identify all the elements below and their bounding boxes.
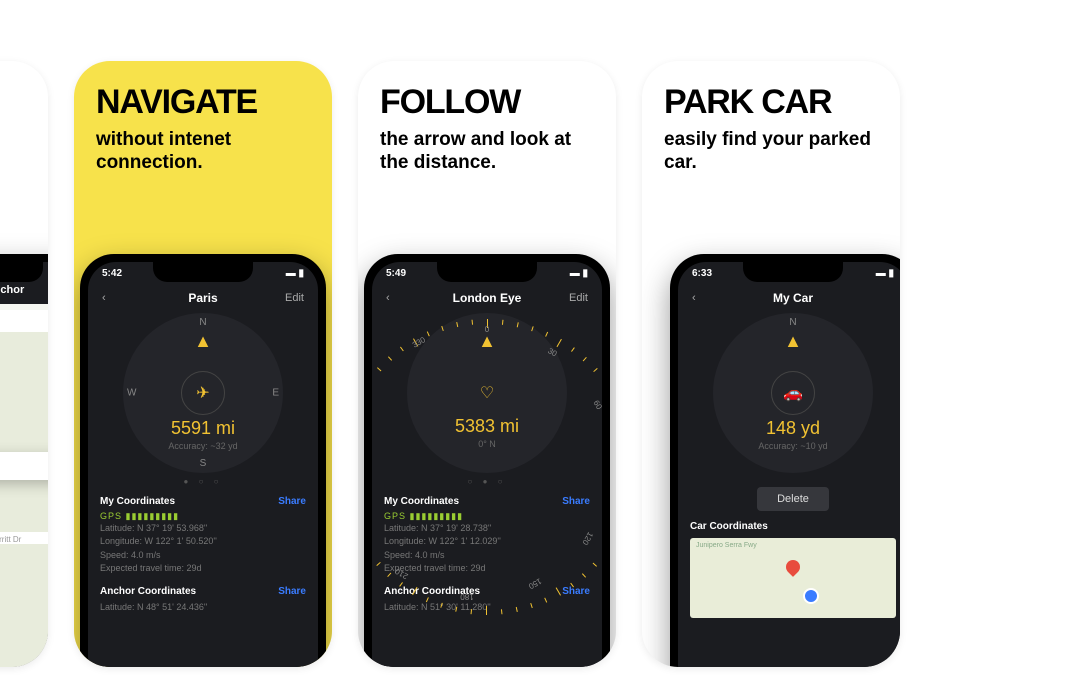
- phone-mockup: 5:42 ▬ ▮ ‹ Paris Edit N S E W ▲ ✈ 5591 m…: [80, 254, 326, 667]
- car-icon: 🚗: [771, 371, 815, 415]
- longitude: Longitude: W 122° 1' 50.520'': [100, 535, 306, 549]
- status-time: 5:42: [102, 268, 122, 279]
- status-time: 5:49: [386, 268, 406, 279]
- share-button[interactable]: Share: [562, 586, 590, 597]
- road-label: Junipero Serra Fwy: [696, 542, 757, 549]
- mini-map[interactable]: Junipero Serra Fwy: [690, 538, 896, 618]
- longitude: Longitude: W 122° 1' 12.029'': [384, 535, 590, 549]
- delete-button[interactable]: Delete: [757, 487, 829, 511]
- street-label: Merritt Dr: [0, 535, 21, 544]
- latitude: Latitude: N 37° 19' 53.968'': [100, 522, 306, 536]
- compass-north: N: [789, 317, 796, 328]
- back-button[interactable]: ‹: [386, 292, 414, 304]
- phone-mockup: 6:33 ▬ ▮ ‹ My Car N ▲ 🚗 148 yd Accuracy:…: [670, 254, 900, 667]
- user-location-icon: [803, 588, 819, 604]
- notch: [743, 262, 843, 282]
- anchor-coordinates-section: Anchor Coordinates Share Latitude: N 48°…: [100, 586, 306, 615]
- bearing-label: 0° N: [407, 439, 567, 449]
- status-time: 6:33: [692, 268, 712, 279]
- promo-card-follow: FOLLOW the arrow and look at the distanc…: [358, 61, 616, 667]
- phone-screen: 5:49 ▬ ▮ ‹ London Eye Edit 0306090120150…: [372, 262, 602, 667]
- edit-button[interactable]: Edit: [276, 292, 304, 304]
- my-coordinates-section: My Coordinates Share GPS ▮▮▮▮▮▮▮▮▮ Latit…: [100, 496, 306, 576]
- compass-degrees: 0306090120150180210240270300330 ▲ ♡ 5383…: [407, 313, 567, 473]
- speed: Speed: 4.0 m/s: [100, 549, 306, 563]
- status-icons: ▬ ▮: [286, 268, 304, 279]
- status-icons: ▬ ▮: [570, 268, 588, 279]
- share-button[interactable]: Share: [278, 496, 306, 507]
- distance-value: 5383 mi: [407, 416, 567, 437]
- anchor-latitude: Latitude: N 51° 30' 11.280'': [384, 601, 590, 615]
- edit-button[interactable]: Edit: [560, 292, 588, 304]
- compass: N S E W ▲ ✈ 5591 mi Accuracy: ~32 yd: [123, 313, 283, 473]
- nav-title: Paris: [188, 291, 217, 305]
- coordinate-popup: 49.024'' — W 122° 1' 41.185'': [0, 452, 48, 480]
- notch: [0, 262, 43, 282]
- phone-mockup: Add Anchor Merritt Dr 49.024'' — W 122° …: [0, 254, 48, 667]
- eta: Expected travel time: 29d: [100, 562, 306, 576]
- accuracy-label: Accuracy: ~32 yd: [123, 441, 283, 451]
- anchor-latitude: Latitude: N 48° 51' 24.436'': [100, 601, 306, 615]
- nav-bar: ‹ London Eye Edit: [372, 279, 602, 309]
- card-subtitle: easily find your parked car.: [664, 128, 878, 176]
- phone-screen: 5:42 ▬ ▮ ‹ Paris Edit N S E W ▲ ✈ 5591 m…: [88, 262, 318, 667]
- nav-title: London Eye: [453, 291, 522, 305]
- section-title: Car Coordinates: [690, 521, 768, 532]
- car-pin-icon: [783, 557, 803, 577]
- direction-arrow-icon: ▲: [194, 331, 212, 352]
- card-title: SAVE: [0, 83, 26, 122]
- speed: Speed: 4.0 m/s: [384, 549, 590, 563]
- card-title: FOLLOW: [380, 83, 594, 122]
- my-coordinates-section: My Coordinates Share GPS ▮▮▮▮▮▮▮▮▮ Latit…: [384, 496, 590, 576]
- eta: Expected travel time: 29d: [384, 562, 590, 576]
- nav-title: My Car: [773, 291, 813, 305]
- share-button[interactable]: Share: [562, 496, 590, 507]
- accuracy-label: Accuracy: ~10 yd: [713, 441, 873, 451]
- distance-value: 5591 mi: [123, 418, 283, 439]
- latitude: Latitude: N 37° 19' 28.738'': [384, 522, 590, 536]
- promo-card-park: PARK CAR easily find your parked car. 6:…: [642, 61, 900, 667]
- gps-signal: GPS ▮▮▮▮▮▮▮▮▮: [100, 511, 306, 522]
- gps-signal: GPS ▮▮▮▮▮▮▮▮▮: [384, 511, 590, 522]
- compass-east: E: [272, 387, 279, 398]
- card-title: NAVIGATE: [96, 83, 310, 122]
- map-area[interactable]: Merritt Dr: [0, 332, 48, 667]
- nav-bar: ‹ My Car: [678, 279, 900, 309]
- promo-card-navigate: NAVIGATE without intenet connection. 5:4…: [74, 61, 332, 667]
- phone-screen: 6:33 ▬ ▮ ‹ My Car N ▲ 🚗 148 yd Accuracy:…: [678, 262, 900, 667]
- heart-icon: ♡: [466, 372, 508, 414]
- page-dots[interactable]: ● ○ ○: [88, 477, 318, 486]
- car-coordinates-section: Car Coordinates: [690, 521, 896, 532]
- section-title: Anchor Coordinates: [100, 586, 196, 597]
- compass-north: N: [199, 317, 206, 328]
- notch: [153, 262, 253, 282]
- search-input[interactable]: [0, 310, 48, 332]
- direction-arrow-icon: ▲: [784, 331, 802, 352]
- compass-south: S: [200, 458, 207, 469]
- compass-west: W: [127, 387, 136, 398]
- status-icons: ▬ ▮: [876, 268, 894, 279]
- direction-arrow-icon: ▲: [478, 331, 496, 352]
- notch: [437, 262, 537, 282]
- page-dots[interactable]: ○ ● ○: [372, 477, 602, 486]
- distance-value: 148 yd: [713, 418, 873, 439]
- back-button[interactable]: ‹: [102, 292, 130, 304]
- back-button[interactable]: ‹: [692, 292, 720, 304]
- promo-card-save: SAVE location by map or address. Add Anc…: [0, 61, 48, 667]
- share-button[interactable]: Share: [278, 586, 306, 597]
- nav-bar: ‹ Paris Edit: [88, 279, 318, 309]
- section-title: My Coordinates: [100, 496, 175, 507]
- card-subtitle: location by map or address.: [0, 128, 26, 176]
- section-title: My Coordinates: [384, 496, 459, 507]
- phone-mockup: 5:49 ▬ ▮ ‹ London Eye Edit 0306090120150…: [364, 254, 610, 667]
- card-title: PARK CAR: [664, 83, 878, 122]
- card-subtitle: the arrow and look at the distance.: [380, 128, 594, 176]
- compass: N ▲ 🚗 148 yd Accuracy: ~10 yd: [713, 313, 873, 473]
- phone-screen: Add Anchor Merritt Dr 49.024'' — W 122° …: [0, 262, 48, 667]
- screenshots-row: SAVE location by map or address. Add Anc…: [0, 0, 1080, 675]
- airplane-icon: ✈: [181, 371, 225, 415]
- card-subtitle: without intenet connection.: [96, 128, 310, 176]
